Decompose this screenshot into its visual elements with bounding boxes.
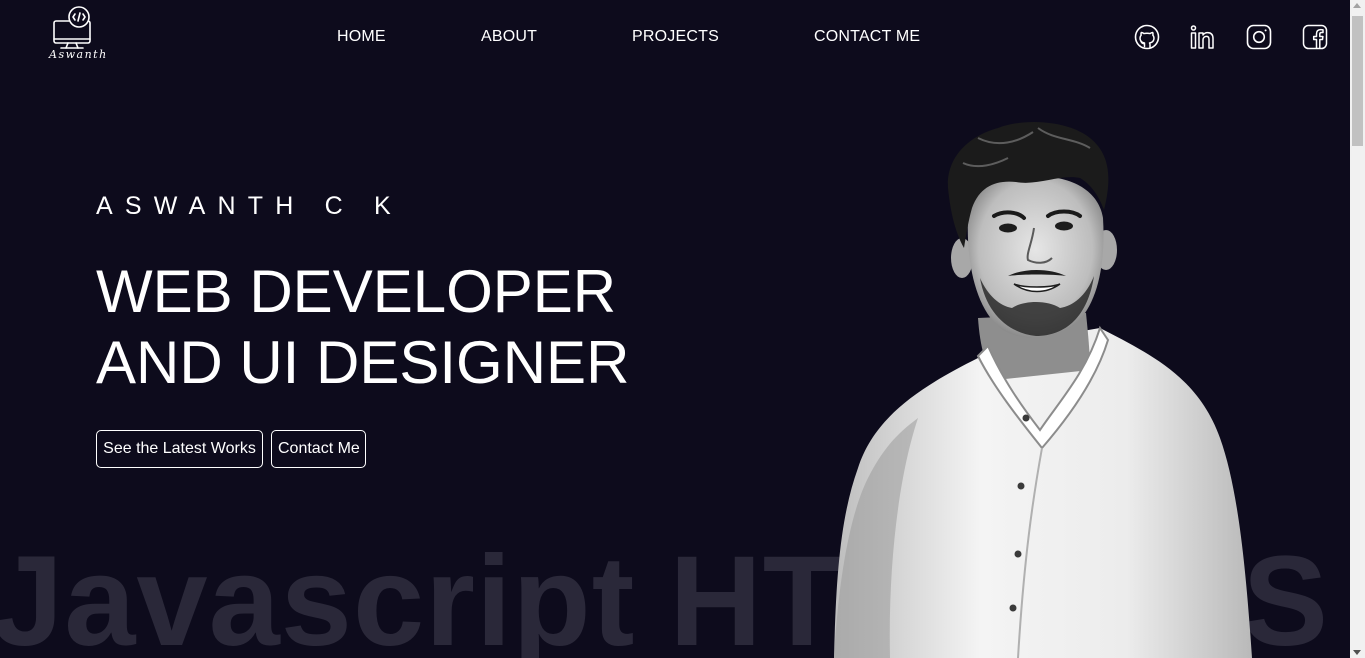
page: Aswanth HOME ABOUT PROJECTS CONTACT ME J… (0, 0, 1365, 658)
logo[interactable]: Aswanth (48, 6, 106, 64)
headline-line-1: WEB DEVELOPER (96, 258, 617, 325)
facebook-icon (1302, 24, 1328, 50)
facebook-link[interactable] (1302, 24, 1328, 50)
skill-javascript: Javascript (0, 530, 636, 658)
linkedin-icon (1190, 25, 1214, 49)
nav-contact-me[interactable]: CONTACT ME (814, 28, 920, 46)
nav-about[interactable]: ABOUT (481, 28, 537, 46)
computer-code-icon (53, 6, 91, 49)
hero-headline: WEB DEVELOPER AND UI DESIGNER (96, 256, 629, 398)
scrollbar-thumb[interactable] (1352, 16, 1363, 146)
nav-projects[interactable]: PROJECTS (632, 28, 719, 46)
see-latest-works-button[interactable]: See the Latest Works (96, 430, 263, 468)
profile-portrait (834, 122, 1252, 658)
scroll-down-arrow-icon[interactable] (1353, 650, 1361, 655)
github-icon (1134, 24, 1160, 50)
contact-me-button[interactable]: Contact Me (271, 430, 366, 468)
hero-name: ASWANTH C K (96, 192, 403, 220)
github-link[interactable] (1134, 24, 1160, 50)
logo-text: Aswanth (49, 48, 108, 61)
linkedin-link[interactable] (1190, 24, 1216, 50)
page-scrollbar[interactable] (1350, 0, 1365, 658)
scroll-up-arrow-icon[interactable] (1353, 3, 1361, 8)
headline-line-2: AND UI DESIGNER (96, 329, 630, 396)
nav-home[interactable]: HOME (337, 28, 386, 46)
instagram-link[interactable] (1246, 24, 1272, 50)
instagram-icon (1246, 24, 1272, 50)
